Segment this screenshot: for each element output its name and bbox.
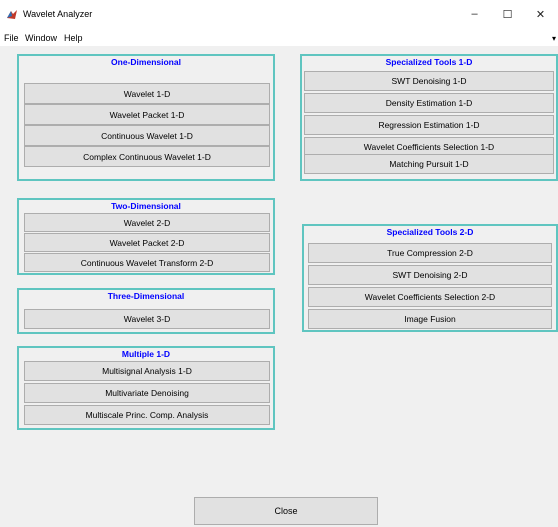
close-window-button[interactable]: ✕ (524, 0, 557, 28)
minimize-icon: – (471, 8, 478, 20)
panel-one-dimensional: One-Dimensional Wavelet 1-D Wavelet Pack… (17, 54, 275, 181)
close-button[interactable]: Close (194, 497, 378, 525)
multivariate-denoising-button[interactable]: Multivariate Denoising (24, 383, 270, 403)
maximize-button[interactable]: ☐ (491, 0, 524, 28)
title-bar: Wavelet Analyzer – ☐ ✕ (0, 0, 558, 30)
panel-title-specialized-tools-2d: Specialized Tools 2-D (386, 227, 474, 237)
wavelet-2d-button[interactable]: Wavelet 2-D (24, 213, 270, 232)
panel-specialized-tools-2d: Specialized Tools 2-D True Compression 2… (302, 224, 558, 332)
matching-pursuit-1d-button[interactable]: Matching Pursuit 1-D (304, 154, 554, 174)
swt-denoising-2d-button[interactable]: SWT Denoising 2-D (308, 265, 552, 285)
continuous-wavelet-1d-button[interactable]: Continuous Wavelet 1-D (24, 125, 270, 146)
panel-three-dimensional: Three-Dimensional Wavelet 3-D (17, 288, 275, 334)
panel-title-two-dimensional: Two-Dimensional (111, 201, 181, 211)
regression-estimation-1d-button[interactable]: Regression Estimation 1-D (304, 115, 554, 135)
wavelet-packet-2d-button[interactable]: Wavelet Packet 2-D (24, 233, 270, 252)
image-fusion-button[interactable]: Image Fusion (308, 309, 552, 329)
panel-multiple-1d: Multiple 1-D Multisignal Analysis 1-D Mu… (17, 346, 275, 430)
menu-help[interactable]: Help (64, 33, 83, 43)
swt-denoising-1d-button[interactable]: SWT Denoising 1-D (304, 71, 554, 91)
panel-specialized-tools-1d: Specialized Tools 1-D SWT Denoising 1-D … (300, 54, 558, 181)
panel-title-specialized-tools-1d: Specialized Tools 1-D (385, 57, 473, 67)
menu-bar: File Window Help ▾ (0, 30, 558, 46)
matlab-app-icon (7, 10, 17, 19)
complex-continuous-wavelet-1d-button[interactable]: Complex Continuous Wavelet 1-D (24, 146, 270, 167)
density-estimation-1d-button[interactable]: Density Estimation 1-D (304, 93, 554, 113)
wavelet-1d-button[interactable]: Wavelet 1-D (24, 83, 270, 104)
menu-overflow-icon[interactable]: ▾ (552, 34, 556, 43)
true-compression-2d-button[interactable]: True Compression 2-D (308, 243, 552, 263)
menu-file[interactable]: File (4, 33, 19, 43)
continuous-wavelet-transform-2d-button[interactable]: Continuous Wavelet Transform 2-D (24, 253, 270, 272)
wavelet-coefficients-selection-2d-button[interactable]: Wavelet Coefficients Selection 2-D (308, 287, 552, 307)
maximize-icon: ☐ (502, 8, 513, 21)
panel-two-dimensional: Two-Dimensional Wavelet 2-D Wavelet Pack… (17, 198, 275, 275)
panel-title-three-dimensional: Three-Dimensional (107, 291, 185, 301)
menu-window[interactable]: Window (25, 33, 57, 43)
wavelet-packet-1d-button[interactable]: Wavelet Packet 1-D (24, 104, 270, 125)
multiscale-princ-comp-analysis-button[interactable]: Multiscale Princ. Comp. Analysis (24, 405, 270, 425)
close-icon: ✕ (535, 8, 546, 21)
multisignal-analysis-1d-button[interactable]: Multisignal Analysis 1-D (24, 361, 270, 381)
panel-title-multiple-1d: Multiple 1-D (121, 349, 171, 359)
window-title: Wavelet Analyzer (23, 9, 93, 19)
panel-title-one-dimensional: One-Dimensional (111, 57, 181, 67)
wavelet-3d-button[interactable]: Wavelet 3-D (24, 309, 270, 329)
minimize-button[interactable]: – (458, 0, 491, 28)
